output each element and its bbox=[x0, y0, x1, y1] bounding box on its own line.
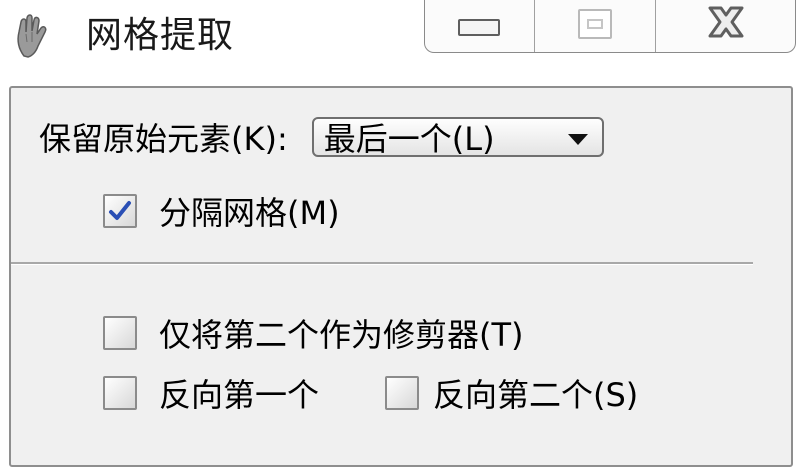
only-second-trimmer-checkbox[interactable] bbox=[103, 316, 137, 350]
dialog-body: 保留原始元素(K): 最后一个(L) 分隔网格(M) 仅将第二个作为修剪器(T)… bbox=[9, 86, 793, 467]
reverse-second-option[interactable]: 反向第二个(S) bbox=[385, 370, 638, 416]
separate-grid-option[interactable]: 分隔网格(M) bbox=[103, 188, 340, 234]
title-bar: 网格提取 bbox=[0, 0, 800, 80]
maximize-icon bbox=[577, 9, 612, 39]
keep-original-label: 保留原始元素(K): bbox=[39, 120, 288, 158]
close-button[interactable] bbox=[656, 0, 795, 52]
only-second-trimmer-option[interactable]: 仅将第二个作为修剪器(T) bbox=[103, 310, 524, 356]
close-icon bbox=[708, 6, 744, 38]
maximize-button[interactable] bbox=[535, 0, 657, 52]
keep-original-dropdown[interactable]: 最后一个(L) bbox=[311, 117, 604, 158]
minimize-button[interactable] bbox=[425, 0, 535, 52]
keep-original-row: 保留原始元素(K): 最后一个(L) bbox=[39, 114, 604, 160]
window-title: 网格提取 bbox=[86, 15, 235, 56]
separate-grid-label: 分隔网格(M) bbox=[159, 194, 340, 232]
reverse-second-label: 反向第二个(S) bbox=[433, 376, 639, 414]
reverse-first-option[interactable]: 反向第一个 bbox=[103, 370, 319, 416]
separator bbox=[11, 262, 753, 265]
reverse-first-checkbox[interactable] bbox=[103, 376, 137, 410]
reverse-first-label: 反向第一个 bbox=[159, 376, 320, 414]
only-second-trimmer-label: 仅将第二个作为修剪器(T) bbox=[159, 316, 524, 354]
dropdown-arrow-icon bbox=[567, 134, 588, 145]
minimize-icon bbox=[458, 18, 501, 36]
reverse-second-checkbox[interactable] bbox=[385, 376, 419, 410]
checkmark-icon bbox=[109, 201, 131, 220]
separate-grid-checkbox[interactable] bbox=[103, 194, 137, 228]
window-controls bbox=[424, 0, 796, 53]
hand-icon bbox=[17, 14, 47, 58]
keep-original-value: 最后一个(L) bbox=[323, 120, 495, 158]
